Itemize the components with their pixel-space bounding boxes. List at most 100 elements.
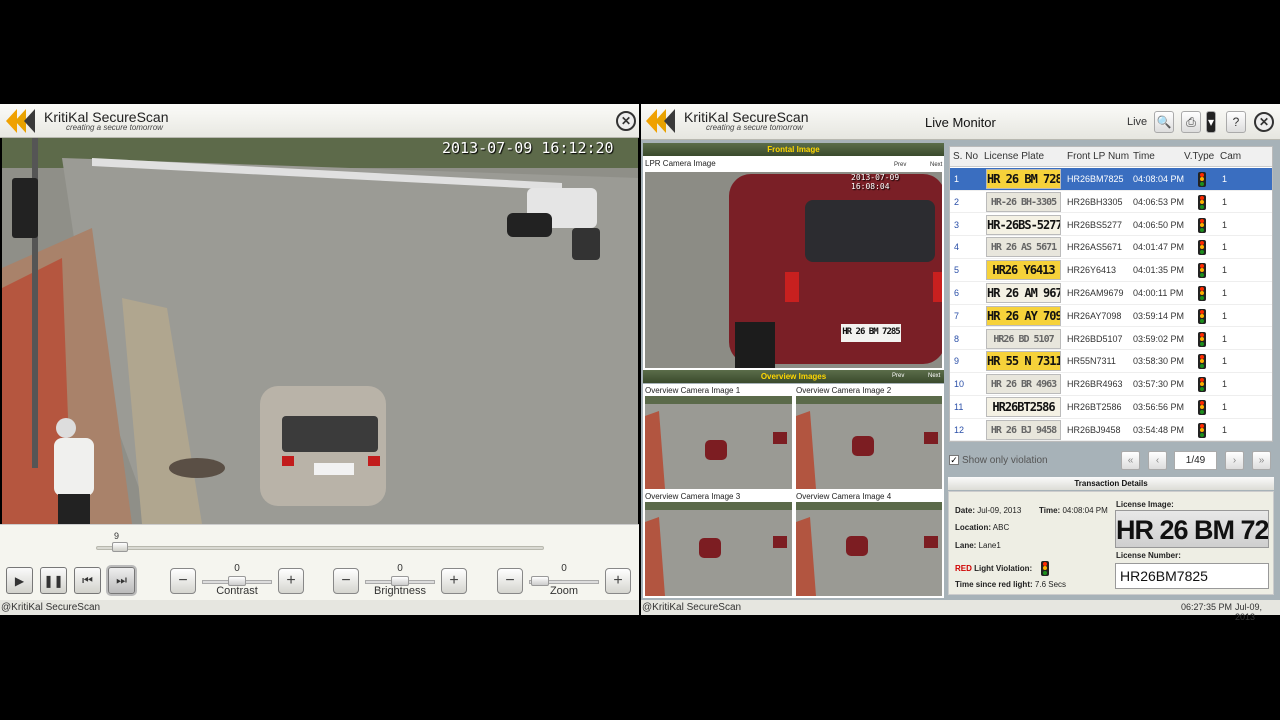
plate-thumbnail: HR-26BS-5277	[986, 214, 1061, 235]
chevron-logo-icon	[646, 109, 680, 133]
print-icon[interactable]: ⎙	[1181, 111, 1201, 133]
overview-prev[interactable]: Prev	[892, 373, 904, 379]
prev-page-button[interactable]: ‹	[1148, 451, 1167, 470]
row-sno: 6	[954, 288, 960, 298]
traffic-light-icon	[1198, 263, 1206, 279]
rewind-icon: ⏮	[82, 573, 93, 587]
table-row[interactable]: 7 HR 26 AY 7098 HR26AY7098 03:59:14 PM 1	[950, 305, 1272, 328]
date-value: Jul-09, 2013	[977, 506, 1022, 515]
overview-label-3: Overview Camera Image 3	[645, 492, 741, 501]
frontal-section-title: Frontal Image	[643, 143, 944, 156]
fast-forward-icon: ⏭	[116, 573, 127, 587]
right-footer-text: @KritiKal SecureScan	[642, 602, 742, 613]
table-row[interactable]: 8 HR26 BD 5107 HR26BD5107 03:59:02 PM 1	[950, 328, 1272, 351]
close-icon[interactable]: ✕	[616, 111, 636, 131]
table-row[interactable]: 11 HR26BT2586 HR26BT2586 03:56:56 PM 1	[950, 396, 1272, 419]
seek-thumb[interactable]	[112, 542, 128, 552]
lpr-car-image	[645, 172, 942, 368]
frontal-panel: LPR Camera Image Prev Next 2013-07-09 16…	[643, 156, 944, 370]
col-header-cam[interactable]: Cam	[1220, 147, 1241, 167]
overview-camera-image-3[interactable]	[645, 502, 792, 596]
lpr-camera-image[interactable]: 2013-07-09 16:08:04 HR 26 BM 7285	[645, 172, 942, 368]
table-row[interactable]: 1 HR 26 BM 7285 HR26BM7825 04:08:04 PM 1	[950, 168, 1272, 191]
row-sno: 7	[954, 310, 960, 321]
col-header-license-plate[interactable]: License Plate	[984, 147, 1044, 167]
chevron-logo-icon	[6, 109, 40, 133]
row-sno: 12	[954, 424, 965, 435]
traffic-light-icon	[1198, 354, 1206, 370]
overview-scene-2	[796, 396, 942, 489]
row-cam: 1	[1222, 196, 1228, 207]
traffic-light-icon	[1198, 400, 1206, 415]
show-only-violation-checkbox[interactable]: ✓	[949, 455, 959, 465]
frontal-prev[interactable]: Prev	[894, 162, 906, 168]
license-number-field[interactable]: HR26BM7825	[1115, 563, 1269, 589]
row-sno: 1	[954, 174, 960, 184]
zoom-plus-button[interactable]: +	[605, 568, 631, 594]
play-button[interactable]: ▶	[6, 567, 33, 594]
table-row[interactable]: 6 HR 26 AM 9679 HR26AM9679 04:00:11 PM 1	[950, 282, 1272, 305]
row-front-lp: HR26BR4963	[1067, 379, 1123, 390]
table-row[interactable]: 10 HR 26 BR 4963 HR26BR4963 03:57:30 PM 1	[950, 373, 1272, 396]
contrast-control: − 0 Contrast +	[170, 563, 304, 599]
row-time: 04:00:11 PM	[1133, 288, 1184, 298]
overview-grid: Overview Camera Image 1 Overview Camera …	[643, 384, 944, 598]
row-cam: 1	[1222, 265, 1228, 276]
table-row[interactable]: 4 HR 26 AS 5671 HR26AS5671 04:01:47 PM 1	[950, 236, 1272, 260]
overview-camera-image-1[interactable]	[645, 396, 792, 489]
seek-value: 9	[114, 531, 120, 541]
overview-camera-image-2[interactable]	[796, 396, 942, 489]
row-cam: 1	[1222, 310, 1228, 321]
license-number-label: License Number:	[1116, 551, 1181, 560]
rewind-button[interactable]: ⏮	[74, 567, 101, 594]
row-cam: 1	[1222, 174, 1228, 184]
overview-next[interactable]: Next	[928, 373, 940, 379]
next-page-button[interactable]: ›	[1225, 451, 1244, 470]
close-icon[interactable]: ✕	[1254, 112, 1274, 132]
table-row[interactable]: 3 HR-26BS-5277 HR26BS5277 04:06:50 PM 1	[950, 214, 1272, 237]
seek-track[interactable]	[96, 546, 544, 550]
right-footer: @KritiKal SecureScan 06:27:35 PM Jul-09,…	[641, 600, 1280, 622]
row-cam: 1	[1222, 242, 1228, 253]
col-header-sno[interactable]: S. No	[953, 147, 978, 167]
pause-button[interactable]: ❚❚	[40, 567, 67, 594]
license-image-label: License Image:	[1116, 500, 1174, 509]
table-row[interactable]: 9 HR 55 N 7311 HR55N7311 03:58:30 PM 1	[950, 350, 1272, 374]
row-front-lp: HR26AM9679	[1067, 288, 1124, 298]
table-row[interactable]: 2 HR-26 BH-3305 HR26BH3305 04:06:53 PM 1	[950, 191, 1272, 214]
col-header-time[interactable]: Time	[1133, 147, 1155, 167]
row-time: 03:57:30 PM	[1133, 379, 1185, 390]
row-sno: 2	[954, 196, 960, 207]
first-page-button[interactable]: «	[1121, 451, 1140, 470]
traffic-light-icon	[1198, 377, 1206, 393]
location-value: ABC	[992, 523, 1010, 532]
contrast-plus-button[interactable]: +	[278, 568, 304, 594]
help-icon[interactable]: ?	[1226, 111, 1246, 133]
traffic-light-icon	[1198, 194, 1206, 210]
table-row[interactable]: 12 HR 26 BJ 9458 HR26BJ9458 03:54:48 PM 1	[950, 419, 1272, 442]
video-timestamp: 2013-07-09 16:12:20	[442, 139, 614, 157]
table-row[interactable]: 5 HR26 Y6413 HR26Y6413 04:01:35 PM 1	[950, 259, 1272, 282]
col-header-vtype[interactable]: V.Type	[1184, 147, 1214, 167]
search-icon[interactable]: 🔍	[1154, 111, 1174, 133]
license-image: HR 26 BM 7285	[1115, 510, 1269, 548]
col-header-front-lp[interactable]: Front LP Num	[1067, 147, 1129, 167]
main-video-feed[interactable]: 2013-07-09 16:12:20	[2, 138, 638, 524]
road-scene	[2, 138, 638, 524]
dropdown-icon[interactable]: ▾	[1206, 111, 1216, 133]
window-title: Live Monitor	[925, 115, 996, 130]
frontal-next[interactable]: Next	[930, 162, 942, 168]
last-page-button[interactable]: »	[1252, 451, 1271, 470]
row-front-lp: HR26BT2586	[1067, 402, 1122, 412]
fast-forward-button[interactable]: ⏭	[108, 567, 135, 594]
zoom-value: 0	[561, 563, 567, 574]
plate-thumbnail: HR 26 BJ 9458	[986, 419, 1061, 440]
row-cam: 1	[1222, 402, 1228, 412]
row-front-lp: HR55N7311	[1067, 356, 1116, 367]
row-cam: 1	[1222, 288, 1228, 298]
brightness-plus-button[interactable]: +	[441, 568, 467, 594]
brand-logo: KritiKal SecureScan creating a secure to…	[646, 109, 809, 133]
overview-camera-image-4[interactable]	[796, 502, 942, 596]
desktop: KritiKal SecureScan creating a secure to…	[0, 0, 1280, 720]
row-sno: 5	[954, 265, 960, 276]
